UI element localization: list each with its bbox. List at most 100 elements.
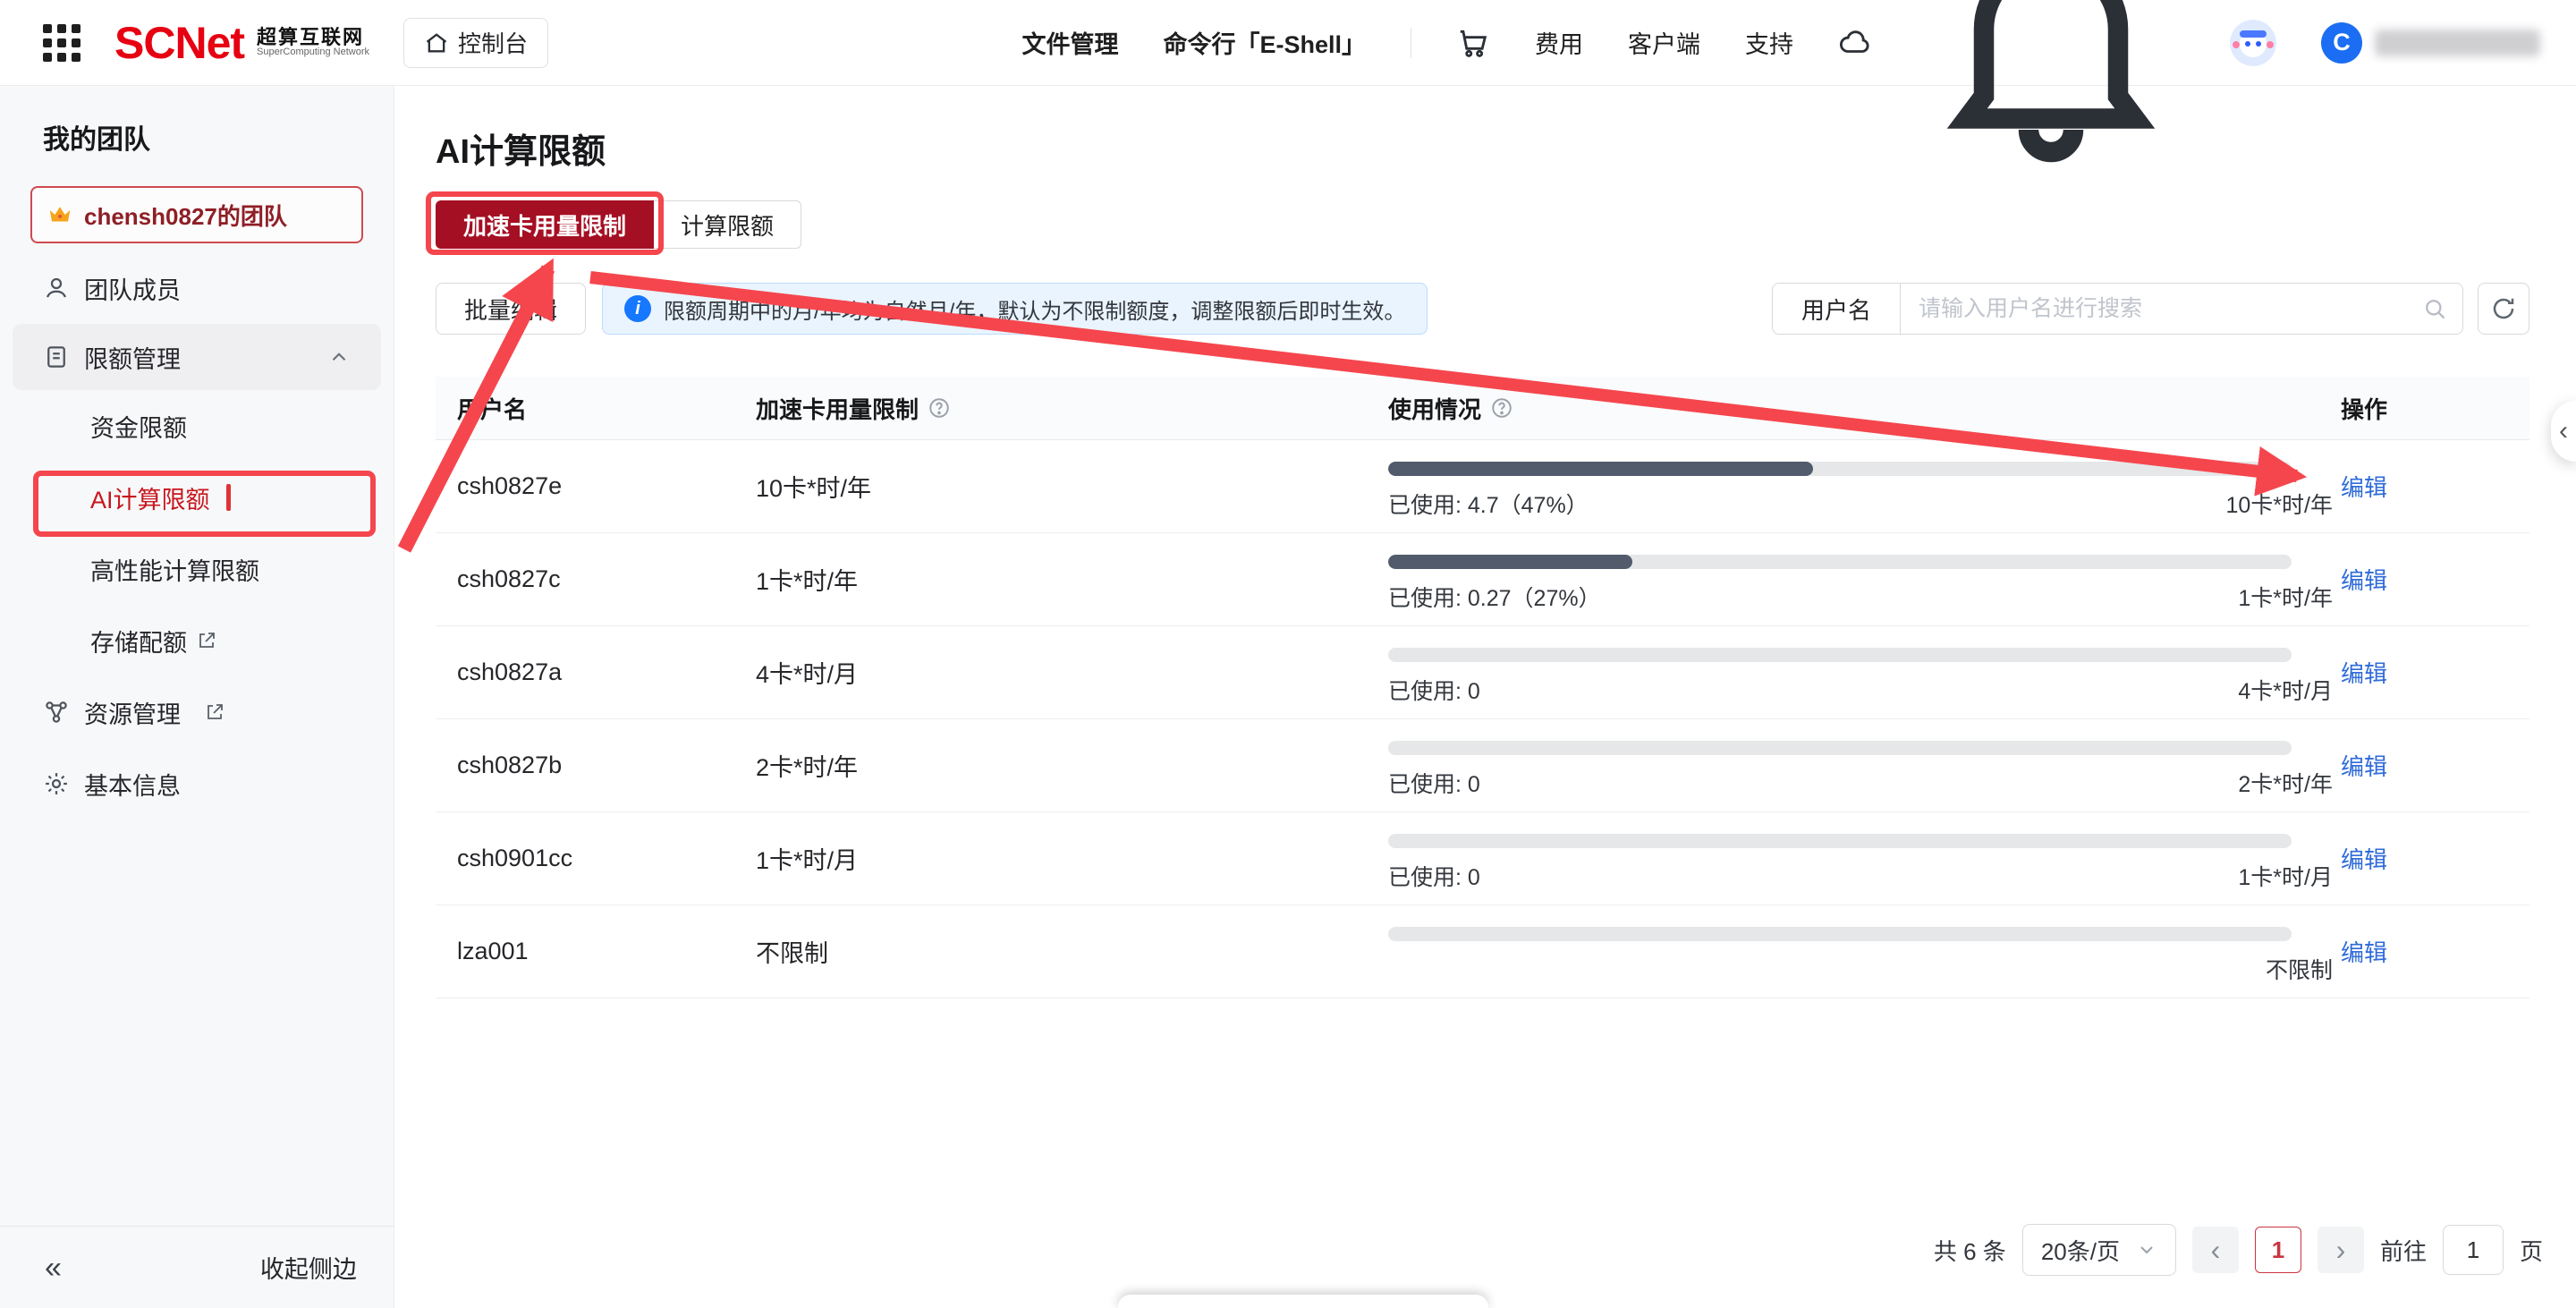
username-filter-label: 用户名	[1772, 283, 1900, 335]
assistant-avatar[interactable]	[2230, 20, 2276, 66]
batch-edit-button[interactable]: 批量编辑	[436, 283, 586, 335]
nav-support[interactable]: 支持	[1745, 25, 1793, 60]
page-size-select[interactable]: 20条/页	[2022, 1224, 2176, 1276]
sidebar-item-label: 基本信息	[84, 767, 181, 802]
quota-cell: 1卡*时/年	[756, 562, 1388, 597]
next-page-button[interactable]: ›	[2318, 1227, 2364, 1273]
table-row: csh0827e 10卡*时/年 已使用: 4.7（47%） 10卡*时/年 编…	[436, 440, 2529, 533]
header-usage: 使用情况	[1388, 392, 2341, 425]
help-icon[interactable]	[1490, 396, 1513, 420]
sidebar-title: 我的团队	[43, 123, 394, 157]
chevron-down-icon	[2136, 1239, 2157, 1261]
table-row: csh0827a 4卡*时/月 已使用: 0 4卡*时/月 编辑	[436, 626, 2529, 719]
username-cell: lza001	[436, 938, 756, 965]
quota-cell: 4卡*时/月	[756, 655, 1388, 690]
edit-link[interactable]: 编辑	[2341, 939, 2387, 966]
external-link-icon	[204, 701, 225, 723]
quota-tabs: 加速卡用量限制 计算限额	[436, 200, 801, 249]
sidebar-item-quota-management[interactable]: 限额管理	[13, 324, 381, 390]
edit-link[interactable]: 编辑	[2341, 846, 2387, 873]
sidebar-item-label: 存储配额	[90, 624, 187, 658]
alert-text: 限额周期中的月/年均为自然月/年，默认为不限制额度，调整限额后即时生效。	[664, 293, 1405, 325]
prev-page-button[interactable]: ‹	[2192, 1227, 2239, 1273]
usage-limit-label: 不限制	[2266, 953, 2333, 985]
user-avatar: C	[2321, 22, 2362, 64]
usage-progress-bar	[1388, 462, 2292, 476]
page-unit-label: 页	[2520, 1234, 2543, 1267]
quota-cell: 1卡*时/月	[756, 841, 1388, 876]
table-header: 用户名 加速卡用量限制 使用情况 操作	[436, 377, 2529, 440]
table-row: csh0827c 1卡*时/年 已使用: 0.27（27%） 1卡*时/年 编辑	[436, 533, 2529, 626]
sidebar-item-label: AI计算限额	[90, 480, 210, 515]
usage-progress-fill	[1388, 555, 1632, 569]
nav-eshell[interactable]: 命令行「E-Shell」	[1163, 25, 1366, 60]
quota-cell: 10卡*时/年	[756, 469, 1388, 504]
usage-cell: 已使用: 4.7（47%） 10卡*时/年	[1388, 440, 2341, 532]
current-page-button[interactable]: 1	[2255, 1227, 2301, 1273]
cloud-icon[interactable]	[1838, 26, 1872, 60]
console-label: 控制台	[458, 26, 528, 59]
table-row: csh0827b 2卡*时/年 已使用: 0 2卡*时/年 编辑	[436, 719, 2529, 812]
username-search-input[interactable]	[1900, 283, 2463, 335]
console-button[interactable]: 控制台	[403, 18, 548, 68]
person-icon	[43, 275, 70, 302]
usage-progress-bar	[1388, 741, 2292, 755]
sidebar-collapse-bar: « 收起侧边	[0, 1226, 394, 1308]
usage-cell: 已使用: 0.27（27%） 1卡*时/年	[1388, 533, 2341, 625]
goto-page-input[interactable]	[2443, 1225, 2504, 1275]
nav-fee[interactable]: 费用	[1535, 25, 1583, 60]
team-selector[interactable]: chensh0827的团队	[30, 186, 363, 243]
sidebar-item-label: 团队成员	[84, 271, 181, 306]
sidebar-item-fund-quota[interactable]: 资金限额	[0, 390, 394, 462]
pagination: 共 6 条 20条/页 ‹ 1 › 前往 页	[1934, 1224, 2543, 1276]
nav-client[interactable]: 客户端	[1628, 25, 1700, 60]
usage-progress-fill	[1388, 462, 1813, 476]
edit-link[interactable]: 编辑	[2341, 660, 2387, 687]
quota-cell: 不限制	[756, 934, 1388, 969]
sidebar-item-ai-compute-quota[interactable]: AI计算限额	[0, 462, 394, 533]
team-name: chensh0827的团队	[84, 199, 287, 232]
apps-grid-icon[interactable]	[43, 24, 80, 62]
sidebar-item-hpc-quota[interactable]: 高性能计算限额	[0, 533, 394, 605]
usage-cell: 已使用: 0 1卡*时/月	[1388, 812, 2341, 905]
table-row: lza001 不限制 不限制 编辑	[436, 905, 2529, 998]
username-cell: csh0827c	[436, 565, 756, 593]
sidebar: 我的团队 chensh0827的团队 团队成员 限额管理 资金限额 AI计算限额	[0, 86, 394, 1308]
quota-table: 用户名 加速卡用量限制 使用情况 操作 csh0827e 10卡*时/年	[436, 377, 2529, 998]
collapse-chevrons-icon[interactable]: «	[45, 1253, 56, 1283]
tab-compute-quota[interactable]: 计算限额	[654, 200, 801, 249]
crown-icon	[47, 201, 73, 228]
refresh-button[interactable]	[2478, 283, 2529, 335]
nav-file-management[interactable]: 文件管理	[1021, 25, 1118, 60]
logo-text: SCNet	[114, 17, 244, 69]
scnet-logo[interactable]: SCNet 超算互联网 SuperComputing Network	[114, 17, 369, 69]
usage-limit-label: 1卡*时/年	[2238, 581, 2333, 613]
edit-link[interactable]: 编辑	[2341, 753, 2387, 780]
edit-link[interactable]: 编辑	[2341, 474, 2387, 501]
sidebar-item-basic-info[interactable]: 基本信息	[0, 748, 394, 820]
bell-icon[interactable]	[1917, 163, 2185, 178]
total-count-label: 共 6 条	[1934, 1234, 2006, 1267]
usage-progress-bar	[1388, 834, 2292, 848]
sidebar-item-resource-management[interactable]: 资源管理	[0, 676, 394, 748]
external-link-icon	[196, 630, 217, 651]
usage-progress-bar	[1388, 648, 2292, 662]
edit-link[interactable]: 编辑	[2341, 567, 2387, 594]
table-row: csh0901cc 1卡*时/月 已使用: 0 1卡*时/月 编辑	[436, 812, 2529, 905]
user-account-chip[interactable]: C	[2321, 22, 2540, 64]
sidebar-item-storage-quota[interactable]: 存储配额	[0, 605, 394, 676]
toolbar: 批量编辑 i 限额周期中的月/年均为自然月/年，默认为不限制额度，调整限额后即时…	[436, 283, 2529, 335]
sidebar-item-label: 资源管理	[84, 695, 181, 730]
usage-cell: 已使用: 0 4卡*时/月	[1388, 626, 2341, 718]
sidebar-item-label: 限额管理	[84, 340, 181, 375]
collapse-label[interactable]: 收起侧边	[260, 1250, 357, 1285]
sidebar-item-team-members[interactable]: 团队成员	[0, 252, 394, 324]
help-icon[interactable]	[928, 396, 951, 420]
header-username: 用户名	[436, 392, 756, 425]
tab-accelerator-usage-limit[interactable]: 加速卡用量限制	[436, 200, 654, 249]
goto-label: 前往	[2380, 1234, 2427, 1267]
cart-icon[interactable]	[1456, 26, 1490, 60]
nodes-icon	[43, 699, 70, 726]
used-amount-label: 已使用: 0	[1388, 860, 1480, 892]
search-icon[interactable]	[2422, 296, 2447, 321]
